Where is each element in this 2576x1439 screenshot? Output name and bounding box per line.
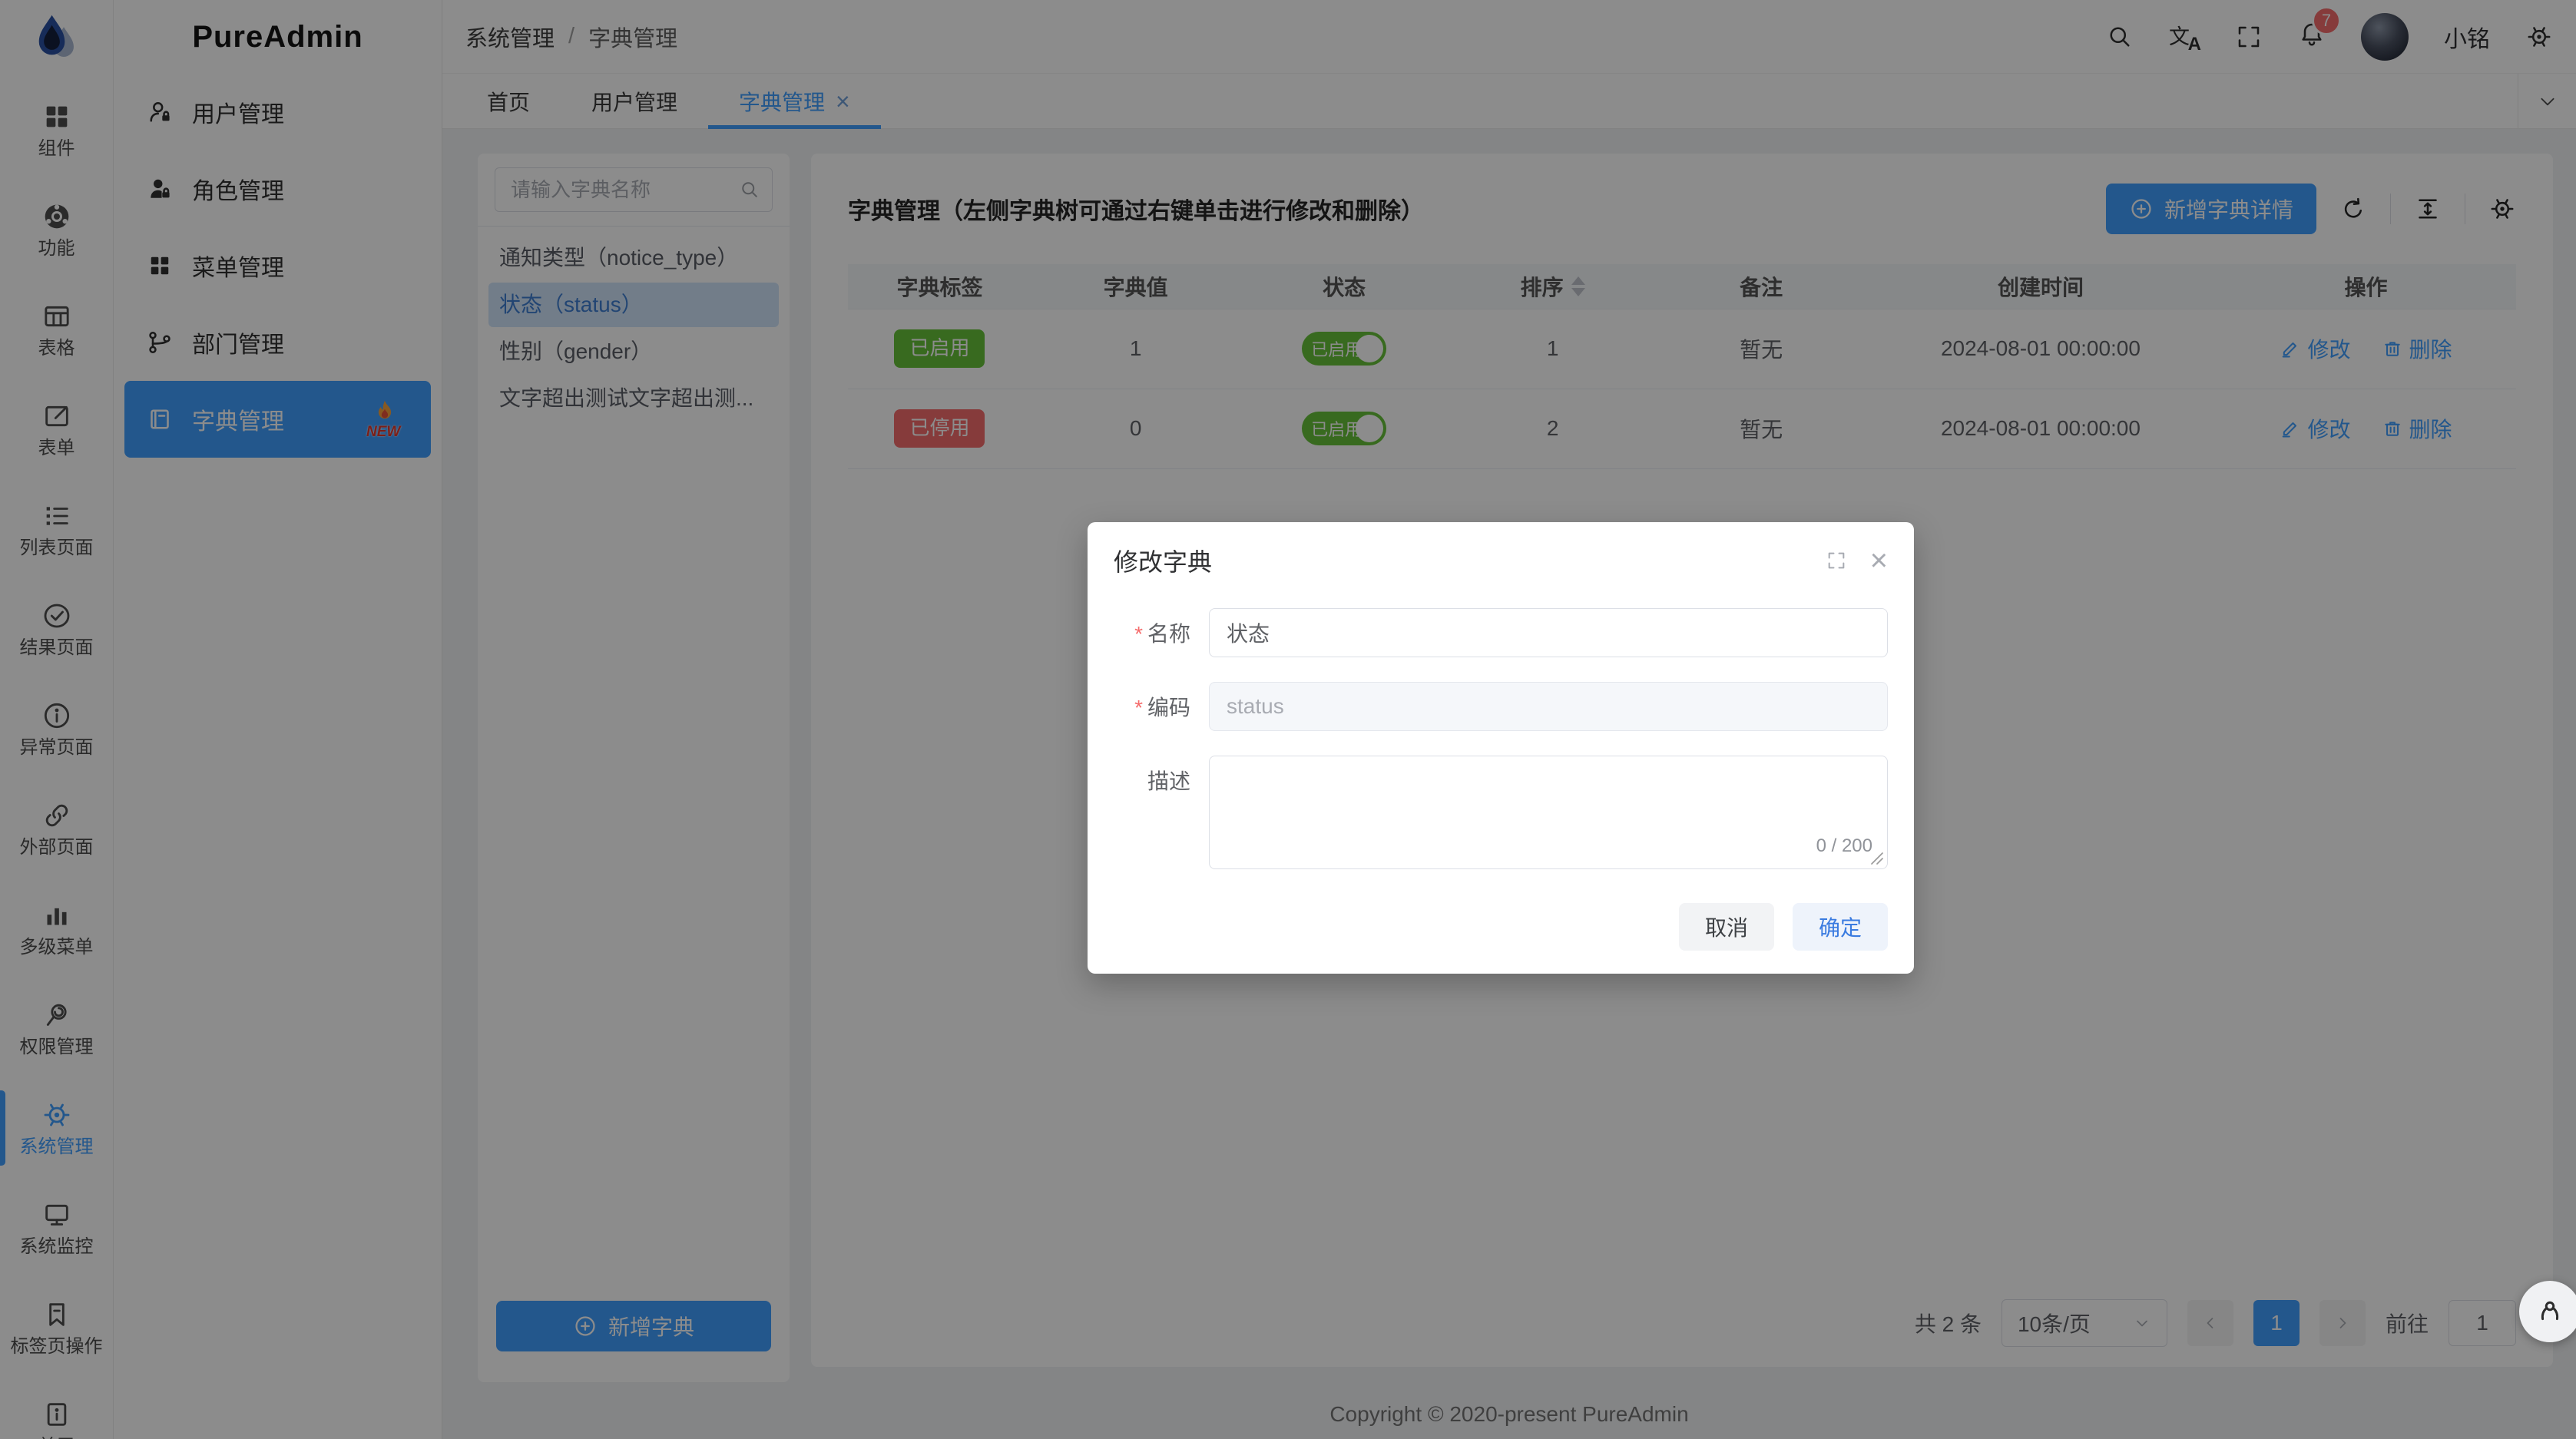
desc-label: 描述 bbox=[1114, 756, 1209, 796]
code-field-row: 编码 bbox=[1114, 682, 1888, 731]
person-arms-up-icon bbox=[2534, 1295, 2566, 1328]
code-input bbox=[1209, 682, 1888, 731]
dialog-footer: 取消 确定 bbox=[1114, 903, 1888, 951]
desc-textarea[interactable] bbox=[1209, 756, 1888, 869]
layout-settings-float-button[interactable] bbox=[2519, 1281, 2576, 1342]
name-input[interactable] bbox=[1209, 608, 1888, 657]
desc-field-row: 描述 0 / 200 bbox=[1114, 756, 1888, 869]
char-counter: 0 / 200 bbox=[1816, 835, 1872, 857]
maximize-icon[interactable] bbox=[1826, 550, 1847, 571]
dialog-tools: × bbox=[1826, 545, 1888, 576]
close-icon[interactable]: × bbox=[1870, 545, 1888, 576]
edit-dict-dialog: 修改字典 × 名称 编码 描述 0 / 200 bbox=[1088, 522, 1914, 974]
dialog-title: 修改字典 bbox=[1114, 543, 1212, 578]
name-field-row: 名称 bbox=[1114, 608, 1888, 657]
name-label: 名称 bbox=[1114, 617, 1209, 648]
resize-handle-icon[interactable] bbox=[1869, 850, 1884, 865]
dialog-head: 修改字典 × bbox=[1114, 542, 1888, 579]
cancel-button[interactable]: 取消 bbox=[1679, 903, 1774, 951]
app-screen: 组件 功能 表格 bbox=[0, 0, 2576, 1439]
code-label: 编码 bbox=[1114, 691, 1209, 722]
dialog-form: 名称 编码 描述 0 / 200 bbox=[1114, 608, 1888, 869]
confirm-button[interactable]: 确定 bbox=[1793, 903, 1888, 951]
